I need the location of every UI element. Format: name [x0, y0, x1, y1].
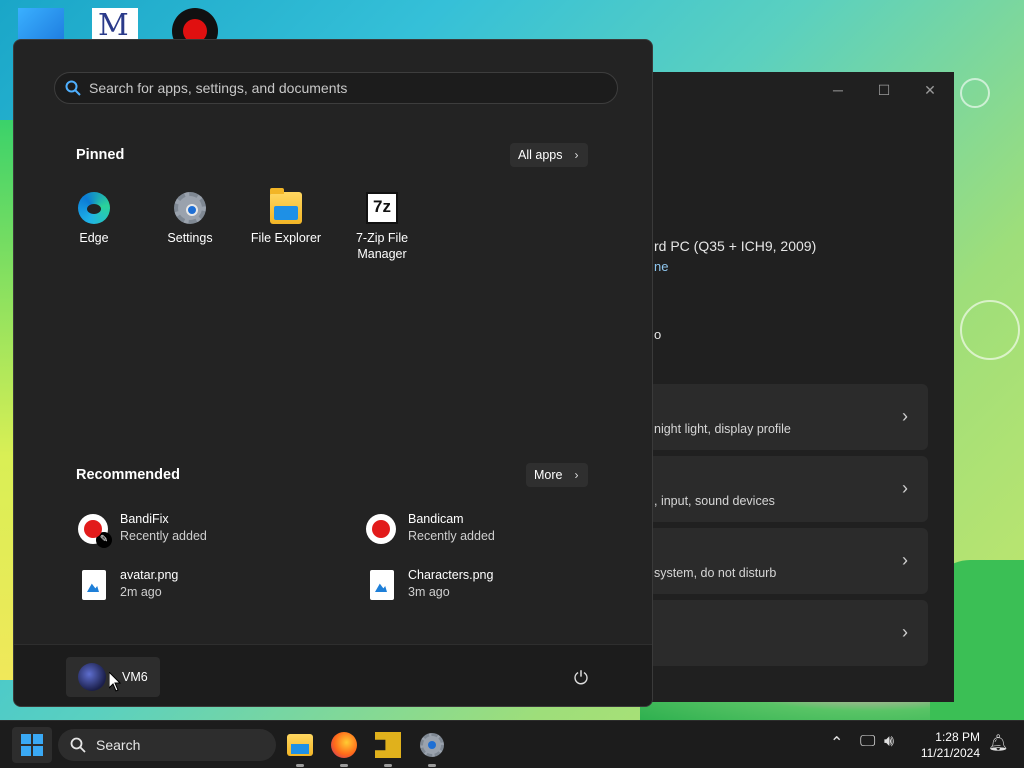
wallpaper-bubble: [960, 300, 1020, 360]
recommended-heading: Recommended: [76, 467, 180, 483]
image-file-icon: [370, 570, 394, 600]
wallpaper-bubble: [960, 78, 990, 108]
settings-gear-icon: [420, 733, 444, 757]
avatar: [78, 663, 106, 691]
taskbar-app-cube[interactable]: [372, 729, 404, 767]
recommended-item[interactable]: Characters.png 3m ago: [364, 566, 604, 606]
card-description: , input, sound devices: [654, 494, 775, 508]
7zip-icon: 7z: [366, 192, 398, 224]
folder-icon: [270, 188, 302, 224]
minimize-icon[interactable]: ─: [828, 82, 848, 98]
recommended-name: BandiFix: [120, 512, 169, 526]
settings-card-power[interactable]: ›: [648, 600, 928, 666]
taskbar-settings[interactable]: [416, 729, 448, 767]
volume-icon[interactable]: 🔊︎: [884, 733, 894, 751]
pinned-app-edge[interactable]: Edge: [46, 188, 142, 246]
edge-icon: [78, 192, 110, 224]
recommended-item[interactable]: Bandicam Recently added: [364, 510, 604, 550]
settings-card-notifications[interactable]: system, do not disturb ›: [648, 528, 928, 594]
start-menu: Pinned All apps › Edge Settings File Exp…: [13, 39, 653, 707]
start-search-input[interactable]: [89, 80, 569, 96]
image-file-icon: [82, 570, 106, 600]
mouse-cursor-icon: [109, 672, 121, 692]
settings-extra-text: o: [654, 327, 662, 342]
windows-logo-icon: [21, 734, 43, 756]
pinned-app-label: Edge: [79, 231, 109, 245]
settings-card-sound[interactable]: , input, sound devices ›: [648, 456, 928, 522]
maximize-icon[interactable]: ☐: [874, 82, 894, 99]
bandicam-icon: [366, 514, 396, 544]
desktop-app-icon[interactable]: [18, 8, 64, 40]
power-icon[interactable]: ⏻: [570, 667, 592, 689]
clock-date: 11/21/2024: [920, 746, 980, 760]
more-button[interactable]: More ›: [526, 463, 589, 487]
settings-card-display[interactable]: night light, display profile ›: [648, 384, 928, 450]
taskbar-clock[interactable]: 1:28 PM 11/21/2024: [904, 729, 980, 761]
chevron-right-icon: ›: [902, 478, 908, 498]
recommended-sub: Recently added: [408, 529, 495, 543]
recommended-name: avatar.png: [120, 568, 179, 582]
recommended-item[interactable]: ✎ BandiFix Recently added: [76, 510, 316, 550]
recommended-sub: 3m ago: [408, 585, 450, 599]
chevron-right-icon: ›: [902, 550, 908, 570]
chevron-right-icon: ›: [574, 468, 579, 482]
recommended-name: Characters.png: [408, 568, 494, 582]
taskbar-firefox[interactable]: [328, 729, 360, 767]
card-description: system, do not disturb: [654, 566, 777, 580]
firefox-icon: [331, 732, 357, 758]
recommended-sub: Recently added: [120, 529, 207, 543]
taskbar-search[interactable]: Search: [58, 729, 276, 761]
pinned-app-settings[interactable]: Settings: [142, 188, 238, 246]
taskbar-search-label: Search: [96, 737, 141, 753]
rename-link[interactable]: ne: [654, 259, 668, 274]
chevron-right-icon: ›: [902, 622, 908, 642]
chevron-up-icon[interactable]: ⌃: [830, 733, 843, 753]
pinned-app-7zip[interactable]: 7z 7-Zip File Manager: [334, 188, 430, 262]
recommended-name: Bandicam: [408, 512, 464, 526]
pinned-app-label: File Explorer: [250, 231, 322, 245]
chevron-right-icon: ›: [902, 406, 908, 426]
search-icon: [65, 80, 81, 96]
recommended-item[interactable]: avatar.png 2m ago: [76, 566, 316, 606]
clock-time: 1:28 PM: [935, 730, 980, 744]
notification-bell-icon[interactable]: 🔔︎: [988, 733, 1008, 753]
taskbar-file-explorer[interactable]: [284, 729, 316, 767]
desktop-m-app-icon[interactable]: M: [92, 8, 138, 43]
folder-icon: [287, 734, 313, 756]
device-model-text: rd PC (Q35 + ICH9, 2009): [654, 238, 817, 254]
start-button[interactable]: [12, 727, 52, 763]
start-search-box[interactable]: [54, 72, 618, 104]
user-name: VM6: [122, 670, 148, 684]
close-icon[interactable]: ✕: [920, 82, 940, 99]
pinned-app-label: Settings: [167, 231, 213, 245]
more-label: More: [534, 468, 563, 482]
pinned-heading: Pinned: [76, 147, 125, 163]
recommended-sub: 2m ago: [120, 585, 162, 599]
pinned-app-label: 7-Zip File Manager: [355, 231, 409, 261]
bandifix-icon: ✎: [78, 514, 112, 548]
network-icon[interactable]: 🖵: [860, 733, 875, 751]
all-apps-label: All apps: [518, 148, 563, 162]
card-description: night light, display profile: [654, 422, 791, 436]
search-icon: [70, 737, 86, 753]
pinned-app-file-explorer[interactable]: File Explorer: [238, 188, 334, 246]
app-cube-icon: [375, 732, 401, 758]
settings-gear-icon: [174, 192, 206, 224]
taskbar: Search ⌃ 🖵 🔊︎ 1:28 PM 11/21/2024 🔔︎: [0, 720, 1024, 768]
all-apps-button[interactable]: All apps ›: [510, 143, 589, 167]
chevron-right-icon: ›: [574, 148, 579, 162]
